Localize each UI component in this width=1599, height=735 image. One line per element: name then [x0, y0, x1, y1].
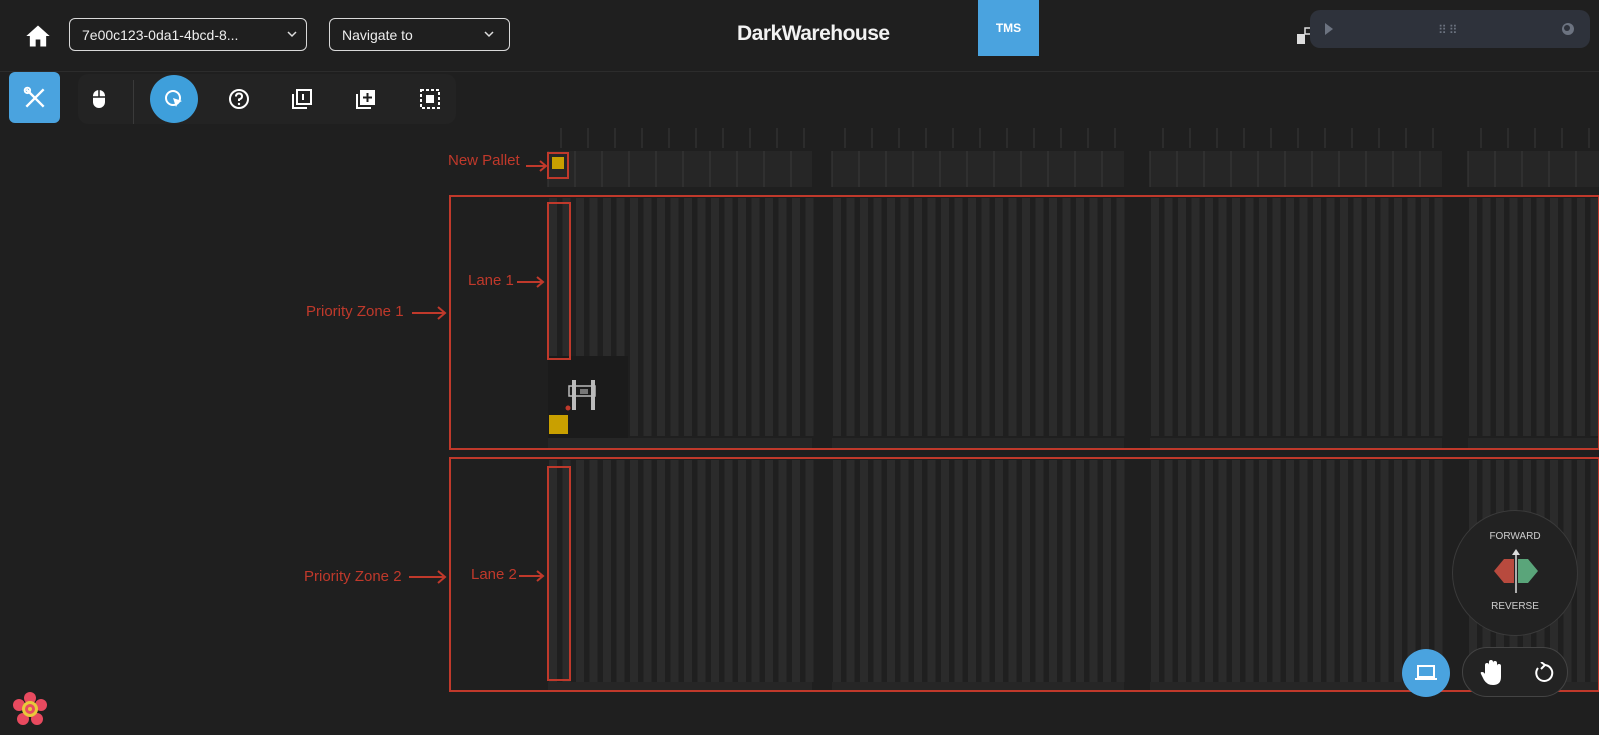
annotation-overlay	[409, 152, 1599, 692]
arrow-icon	[517, 276, 545, 288]
new-pallet-box	[547, 152, 569, 179]
forward-label: FORWARD	[1489, 531, 1541, 542]
joystick-control[interactable]: FORWARD REVERSE	[1452, 510, 1578, 636]
reverse-label: REVERSE	[1491, 601, 1539, 612]
lane-2-box	[547, 466, 571, 681]
map-control-group	[1462, 647, 1568, 697]
arrow-icon	[412, 306, 447, 320]
lane-1-box	[547, 202, 571, 360]
pan-hand-icon[interactable]	[1479, 659, 1505, 687]
laptop-icon	[1415, 665, 1437, 680]
direction-arrows-icon[interactable]	[1492, 547, 1540, 603]
laptop-view-button[interactable]	[1402, 649, 1450, 697]
app-root: { "header": { "app_title": "DarkWarehous…	[0, 0, 1599, 735]
reset-icon[interactable]	[1533, 662, 1555, 684]
priority-zone-1-box	[449, 195, 1599, 450]
arrow-icon	[526, 160, 548, 172]
arrow-icon	[409, 570, 447, 584]
arrow-icon	[519, 570, 545, 582]
app-logo	[13, 692, 47, 725]
